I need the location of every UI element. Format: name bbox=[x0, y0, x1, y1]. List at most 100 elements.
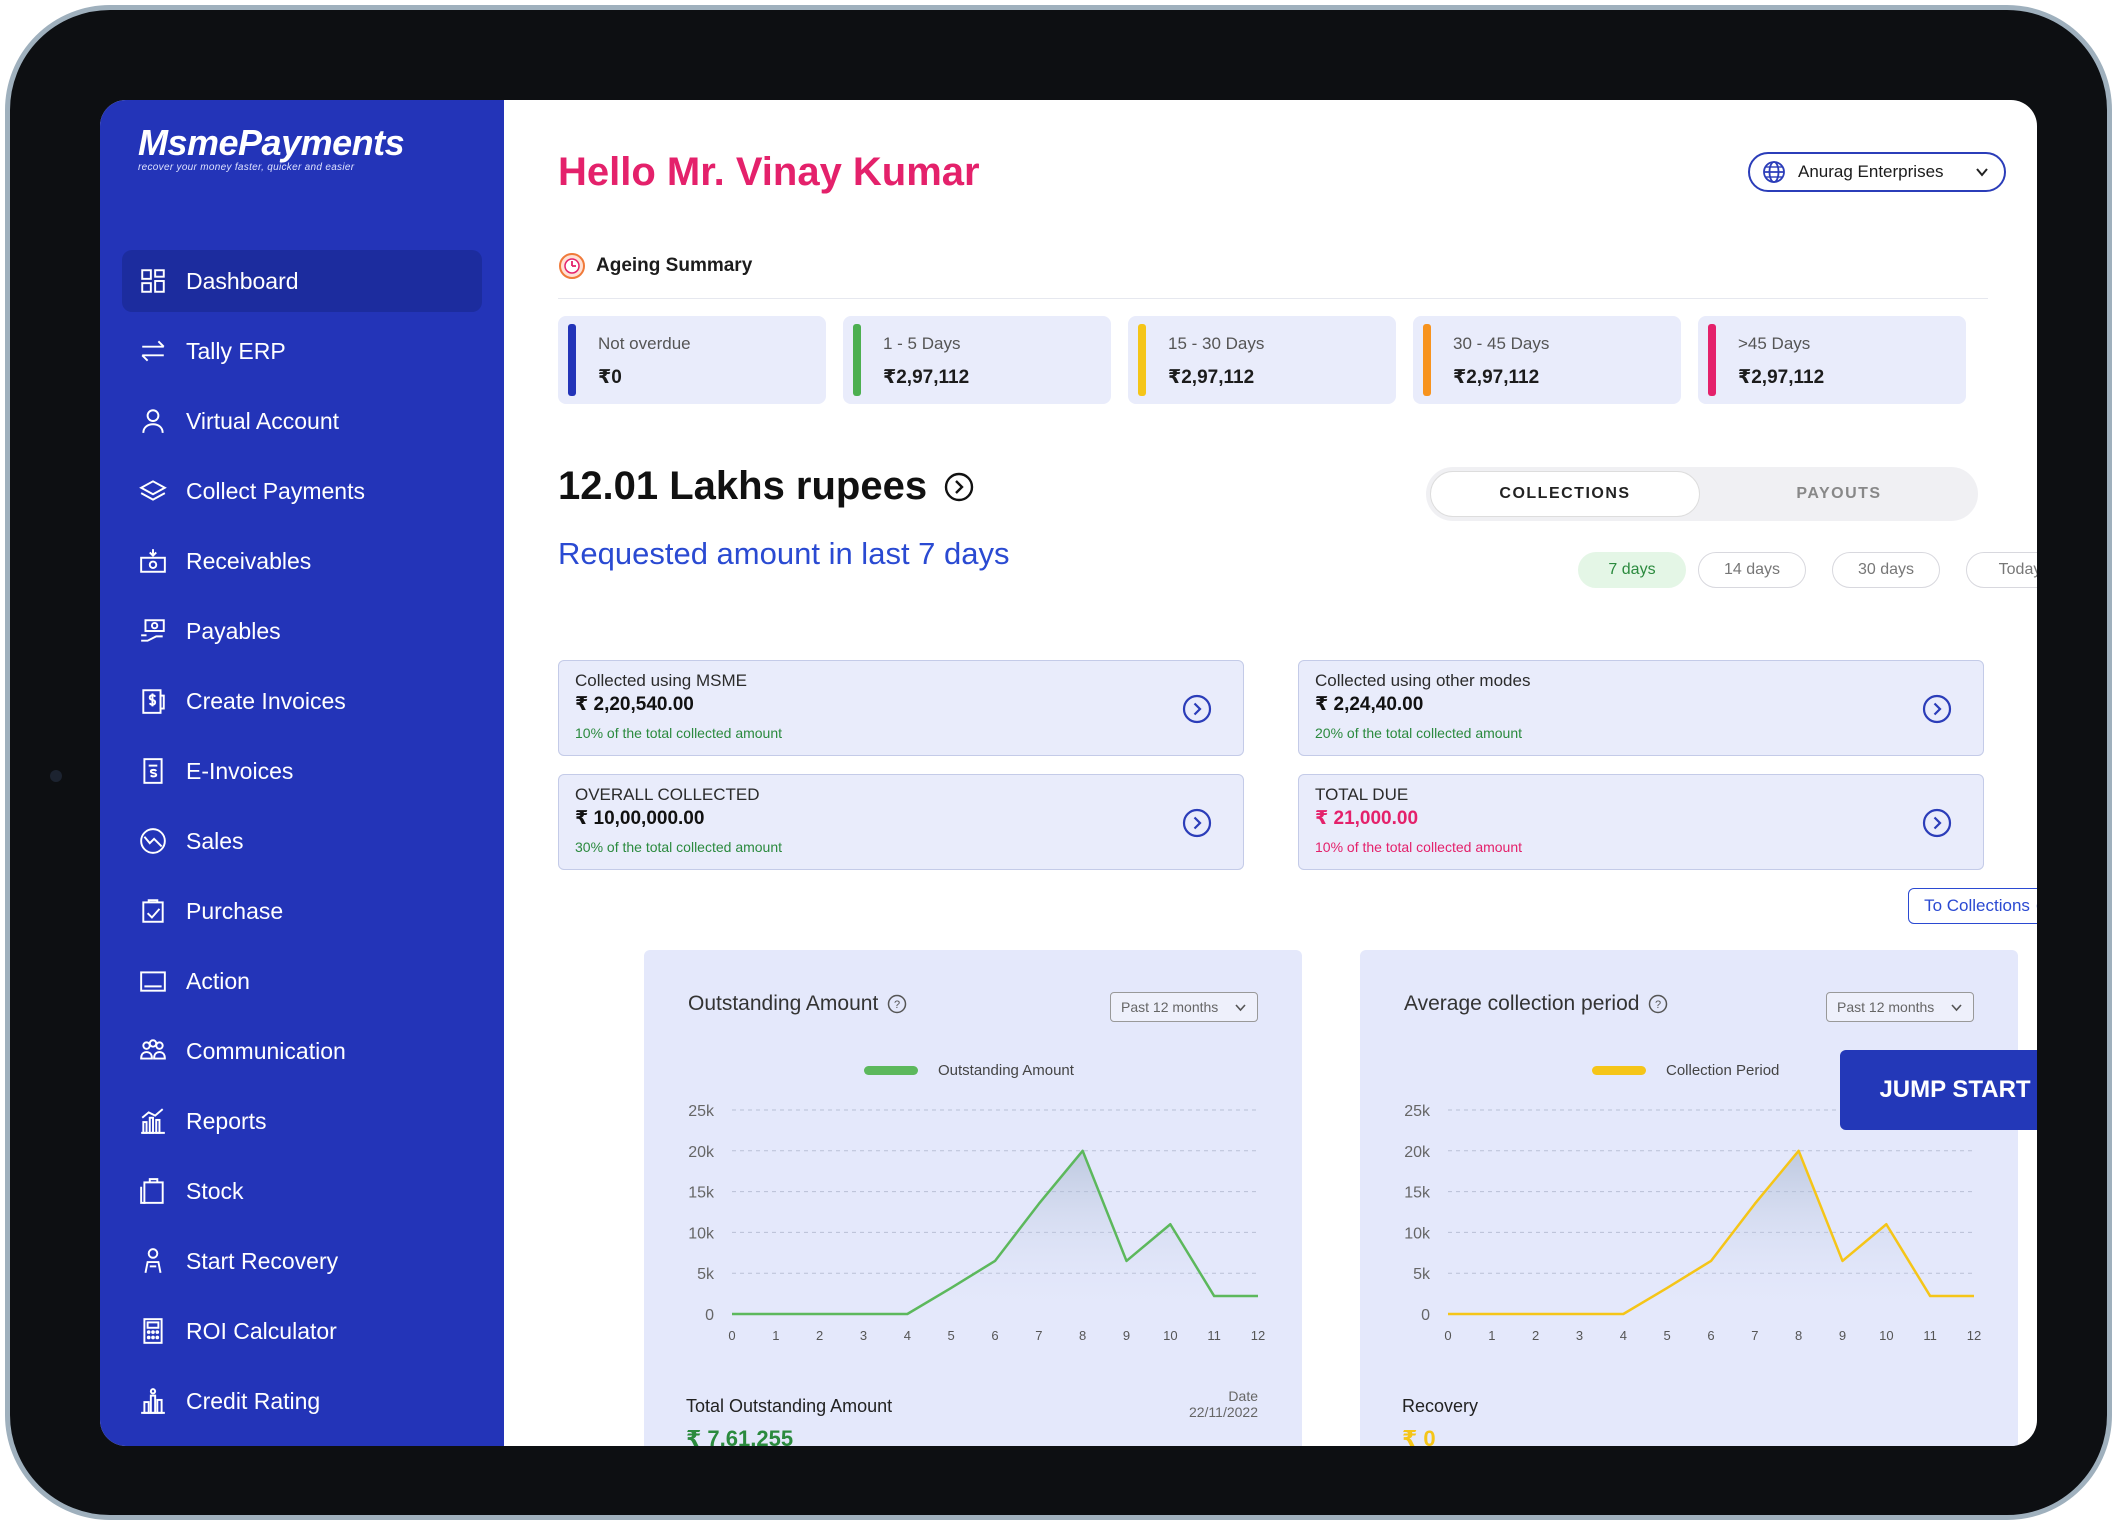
date-block: Date 22/11/2022 bbox=[1189, 1388, 1258, 1420]
sidebar: MsmePayments recover your money faster, … bbox=[100, 100, 504, 1446]
sidebar-item-e-invoices[interactable]: E-Invoices bbox=[122, 740, 482, 802]
ageing-value: ₹2,97,112 bbox=[1168, 367, 1255, 388]
sidebar-item-purchase[interactable]: Purchase bbox=[122, 880, 482, 942]
sidebar-item-reports[interactable]: Reports bbox=[122, 1090, 482, 1152]
sidebar-item-label: Receivables bbox=[186, 547, 312, 574]
ageing-color-bar bbox=[568, 324, 576, 396]
range-today[interactable]: Today bbox=[1966, 552, 2037, 588]
ageing-card[interactable]: Not overdue ₹0 bbox=[558, 316, 826, 404]
range-14-days[interactable]: 14 days bbox=[1698, 552, 1806, 588]
camera-dot bbox=[50, 770, 62, 782]
requested-amount-subtitle: Requested amount in last 7 days bbox=[558, 536, 1010, 571]
sidebar-item-label: Stock bbox=[186, 1177, 244, 1204]
legend-label: Outstanding Amount bbox=[938, 1062, 1074, 1079]
company-selector[interactable]: Anurag Enterprises bbox=[1748, 152, 2006, 192]
sidebar-item-sales[interactable]: Sales bbox=[122, 810, 482, 872]
date-label: Date bbox=[1228, 1388, 1258, 1404]
sidebar-item-label: Create Invoices bbox=[186, 687, 346, 714]
total-outstanding-value: ₹ 7,61,255 bbox=[686, 1426, 794, 1446]
chart-legend: Collection Period bbox=[1592, 1062, 1779, 1079]
arrow-circle-icon[interactable] bbox=[1181, 807, 1213, 839]
sidebar-item-credit-rating[interactable]: Credit Rating bbox=[122, 1370, 482, 1432]
range-7-days[interactable]: 7 days bbox=[1578, 552, 1686, 588]
ageing-value: ₹2,97,112 bbox=[1453, 367, 1540, 388]
ageing-summary-title: Ageing Summary bbox=[596, 255, 753, 276]
sidebar-item-virtual-account[interactable]: Virtual Account bbox=[122, 390, 482, 452]
period-dropdown[interactable]: Past 12 months bbox=[1826, 992, 1974, 1022]
app-screen: MsmePayments recover your money faster, … bbox=[100, 100, 2037, 1446]
sidebar-item-label: Dashboard bbox=[186, 267, 299, 294]
help-icon[interactable]: ? bbox=[1647, 993, 1669, 1015]
stat-card[interactable]: TOTAL DUE ₹ 21,000.00 10% of the total col… bbox=[1298, 774, 1984, 870]
sidebar-item-label: Collect Payments bbox=[186, 477, 365, 504]
tab-collections[interactable]: COLLECTIONS bbox=[1430, 471, 1700, 517]
arrow-circle-icon[interactable] bbox=[1181, 693, 1213, 725]
x-tick-label: 1 bbox=[1488, 1328, 1495, 1343]
stat-card[interactable]: OVERALL COLLECTED ₹ 10,00,000.00 30% of th… bbox=[558, 774, 1244, 870]
x-tick-label: 8 bbox=[1795, 1328, 1802, 1343]
sidebar-item-communication[interactable]: Communication bbox=[122, 1020, 482, 1082]
ageing-card[interactable]: 30 - 45 Days ₹2,97,112 bbox=[1413, 316, 1681, 404]
x-tick-label: 10 bbox=[1879, 1328, 1893, 1343]
e-invoice-icon bbox=[138, 756, 168, 786]
collections-payouts-toggle: COLLECTIONS PAYOUTS bbox=[1426, 467, 1978, 521]
total-outstanding-label: Total Outstanding Amount bbox=[686, 1396, 893, 1416]
money-out-icon bbox=[138, 616, 168, 646]
sidebar-item-stock[interactable]: Stock bbox=[122, 1160, 482, 1222]
x-tick-label: 11 bbox=[1207, 1328, 1221, 1343]
help-icon[interactable]: ? bbox=[886, 993, 908, 1015]
x-tick-label: 12 bbox=[1967, 1328, 1981, 1343]
sidebar-item-roi-calculator[interactable]: ROI Calculator bbox=[122, 1300, 482, 1362]
series-area bbox=[732, 1150, 1258, 1314]
ageing-card[interactable]: 15 - 30 Days ₹2,97,112 bbox=[1128, 316, 1396, 404]
sidebar-item-dashboard[interactable]: Dashboard bbox=[122, 250, 482, 312]
ageing-card[interactable]: >45 Days ₹2,97,112 bbox=[1698, 316, 1966, 404]
y-tick-label: 15k bbox=[688, 1185, 715, 1202]
stat-note: 20% of the total collected amount bbox=[1315, 725, 1523, 741]
legend-swatch bbox=[1592, 1066, 1646, 1075]
outstanding-amount-card: Outstanding Amount ? Past 12 months Outs… bbox=[644, 950, 1302, 1446]
y-tick-label: 10k bbox=[688, 1225, 715, 1242]
stat-title: Collected using MSME bbox=[575, 671, 747, 690]
ageing-color-bar bbox=[1138, 324, 1146, 396]
x-tick-label: 3 bbox=[860, 1328, 867, 1343]
period-dropdown[interactable]: Past 12 months bbox=[1110, 992, 1258, 1022]
sidebar-item-label: Start Recovery bbox=[186, 1247, 339, 1274]
y-tick-label: 5k bbox=[697, 1266, 715, 1283]
series-area bbox=[1448, 1150, 1974, 1314]
sidebar-item-payables[interactable]: Payables bbox=[122, 600, 482, 662]
outstanding-amount-chart: 05k10k15k20k25k0 1 2 3 4 5 6 7 8 9 10 11 12 bbox=[688, 1103, 1265, 1343]
sidebar-item-create-invoices[interactable]: Create Invoices bbox=[122, 670, 482, 732]
greeting-title: Hello Mr. Vinay Kumar bbox=[558, 150, 980, 194]
sidebar-item-tally-erp[interactable]: Tally ERP bbox=[122, 320, 482, 382]
y-tick-label: 10k bbox=[1404, 1225, 1431, 1242]
ageing-label: Not overdue bbox=[598, 334, 691, 353]
svg-text:?: ? bbox=[894, 999, 900, 1011]
requested-amount-value: 12.01 Lakhs rupees bbox=[558, 464, 928, 508]
stat-note: 10% of the total collected amount bbox=[575, 725, 783, 741]
x-tick-label: 1 bbox=[772, 1328, 779, 1343]
sidebar-item-start-recovery[interactable]: Start Recovery bbox=[122, 1230, 482, 1292]
stat-card[interactable]: Collected using MSME ₹ 2,20,540.00 10% of … bbox=[558, 660, 1244, 756]
group-icon bbox=[138, 1036, 168, 1066]
stat-card[interactable]: Collected using other modes ₹ 2,24,40.00 2… bbox=[1298, 660, 1984, 756]
sidebar-item-action[interactable]: Action bbox=[122, 950, 482, 1012]
arrow-circle-icon[interactable] bbox=[1921, 693, 1953, 725]
ageing-card[interactable]: 1 - 5 Days ₹2,97,112 bbox=[843, 316, 1111, 404]
arrow-circle-icon[interactable] bbox=[943, 471, 975, 503]
sidebar-item-receivables[interactable]: Receivables bbox=[122, 530, 482, 592]
x-tick-label: 4 bbox=[904, 1328, 911, 1343]
tab-payouts[interactable]: PAYOUTS bbox=[1704, 471, 1974, 517]
legend-label: Collection Period bbox=[1666, 1062, 1780, 1079]
purchase-icon bbox=[138, 896, 168, 926]
sidebar-item-label: E-Invoices bbox=[186, 757, 294, 784]
brand-logo[interactable]: MsmePayments recover your money faster, … bbox=[138, 122, 418, 192]
chevron-down-icon bbox=[1951, 1004, 1962, 1012]
jump-start-button[interactable]: JUMP START bbox=[1840, 1050, 2037, 1130]
arrow-circle-icon[interactable] bbox=[1921, 807, 1953, 839]
x-tick-label: 9 bbox=[1123, 1328, 1130, 1343]
to-collections-button[interactable]: To Collections bbox=[1908, 888, 2037, 924]
range-30-days[interactable]: 30 days bbox=[1832, 552, 1940, 588]
sidebar-nav: Dashboard Tally ERP Virtual Account Collect… bbox=[122, 250, 482, 1440]
sidebar-item-collect-payments[interactable]: Collect Payments bbox=[122, 460, 482, 522]
